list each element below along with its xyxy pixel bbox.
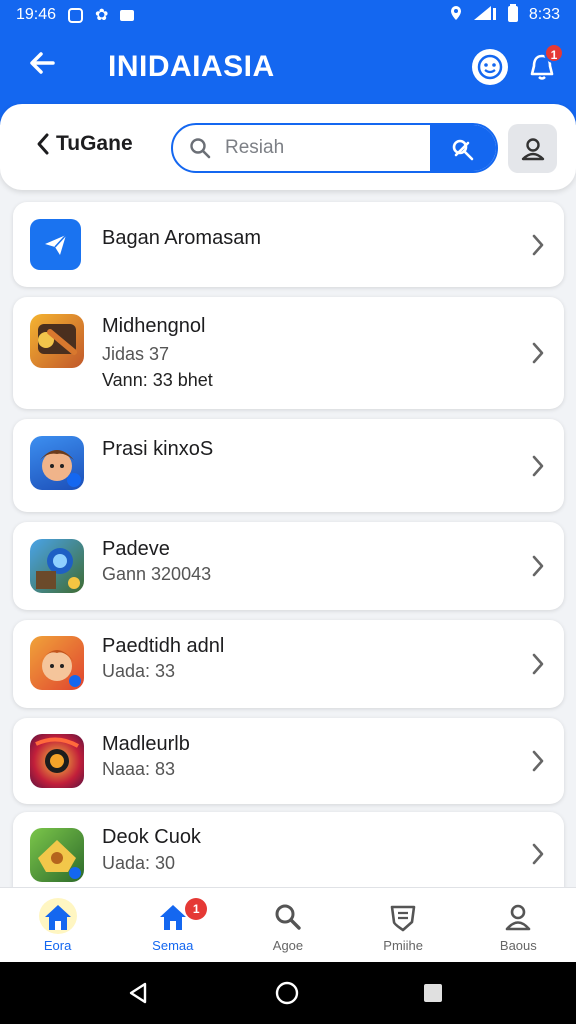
search-input[interactable] [225,137,425,159]
paper-plane-icon [30,219,81,270]
item-title: Deok Cuok [102,826,201,848]
item-detail: Vann: 33 bhet [102,370,213,390]
search-submit-button[interactable] [430,125,496,171]
chevron-right-icon [532,843,544,865]
instagram-icon [68,7,84,23]
person-icon [521,137,544,160]
shield-icon [390,905,416,932]
face-icon[interactable] [472,49,508,85]
nav-tab-semaa[interactable]: 1 Semaa [115,888,230,963]
game-thumbnail [30,636,84,690]
signal-icon [473,5,497,26]
list-item[interactable]: Bagan Aromasam [13,202,564,287]
status-right-time: 8:33 [528,6,560,23]
status-bar: 19:46 ✿ 8:33 [0,0,576,30]
back-label: TuGane [56,132,133,155]
settings-icon: ✿ [95,7,109,24]
list-item[interactable]: Padeve Gann 320043 [13,522,564,610]
nav-label: Semaa [152,938,194,953]
item-detail: Naaa: 83 [102,759,176,779]
item-title: Prasi kinxoS [102,438,214,460]
chevron-right-icon [532,653,544,675]
home-icon [159,905,186,930]
chevron-right-icon [532,750,544,772]
chevron-right-icon [532,555,544,577]
search-icon [275,904,301,930]
search-icon [189,137,225,159]
game-thumbnail [30,436,84,490]
app-title: INIDAIASIA [108,50,275,83]
back-triangle-icon[interactable] [126,981,150,1005]
list-item[interactable]: Deok Cuok Uada: 30 [13,812,564,897]
back-link[interactable]: TuGane [36,132,133,156]
search-header: TuGane [0,104,576,190]
item-detail: Jidas 37 [102,344,170,364]
chevron-left-icon [37,133,49,155]
list-item[interactable]: Madleurlb Naaa: 83 [13,718,564,804]
nav-tab-search[interactable]: Agoe [230,888,345,963]
nav-tab-profile[interactable]: Baous [461,888,576,963]
nav-label: Agoe [272,938,304,953]
game-thumbnail [30,539,84,593]
item-title: Paedtidh adnl [102,635,225,657]
nav-badge: 1 [185,898,208,920]
bottom-nav: Eora 1 Semaa Agoe Pmiihe Baous [0,887,576,962]
status-time: 19:46 [16,6,57,23]
profile-button[interactable] [508,124,557,173]
game-thumbnail [30,734,84,788]
item-detail: Gann 320043 [102,564,212,584]
item-title: Midhengnol [102,315,206,337]
nav-tab-shield[interactable]: Pmiihe [346,888,461,963]
list-item[interactable]: Prasi kinxoS [13,419,564,512]
system-nav-bar [0,962,576,1024]
person-icon [506,904,531,931]
item-title: Bagan Aromasam [102,227,261,249]
back-arrow-icon[interactable] [24,48,60,84]
game-thumbnail [30,828,84,882]
search-tool-icon [452,139,474,161]
home-circle-icon[interactable] [275,981,299,1005]
item-title: Madleurlb [102,733,190,755]
chevron-right-icon [532,455,544,477]
recents-square-icon[interactable] [422,982,444,1004]
battery-icon [507,3,519,27]
chevron-right-icon [532,342,544,364]
notification-badge: 1 [544,43,564,63]
item-detail: Uada: 33 [102,661,176,681]
item-detail: Uada: 30 [102,853,176,873]
nav-label: Pmiihe [383,938,424,953]
nav-tab-home[interactable]: Eora [0,888,115,963]
message-icon [120,9,135,21]
list-item[interactable]: Paedtidh adnl Uada: 33 [13,620,564,708]
item-title: Padeve [102,538,170,560]
nav-label: Eora [43,938,72,953]
chevron-right-icon [532,234,544,256]
search-box [171,123,498,173]
home-icon [44,905,71,930]
location-icon [449,5,463,26]
list-item[interactable]: Midhengnol Jidas 37 Vann: 33 bhet [13,297,564,409]
notification-button[interactable]: 1 [524,43,564,85]
game-thumbnail [30,314,84,368]
nav-label: Baous [499,938,537,953]
